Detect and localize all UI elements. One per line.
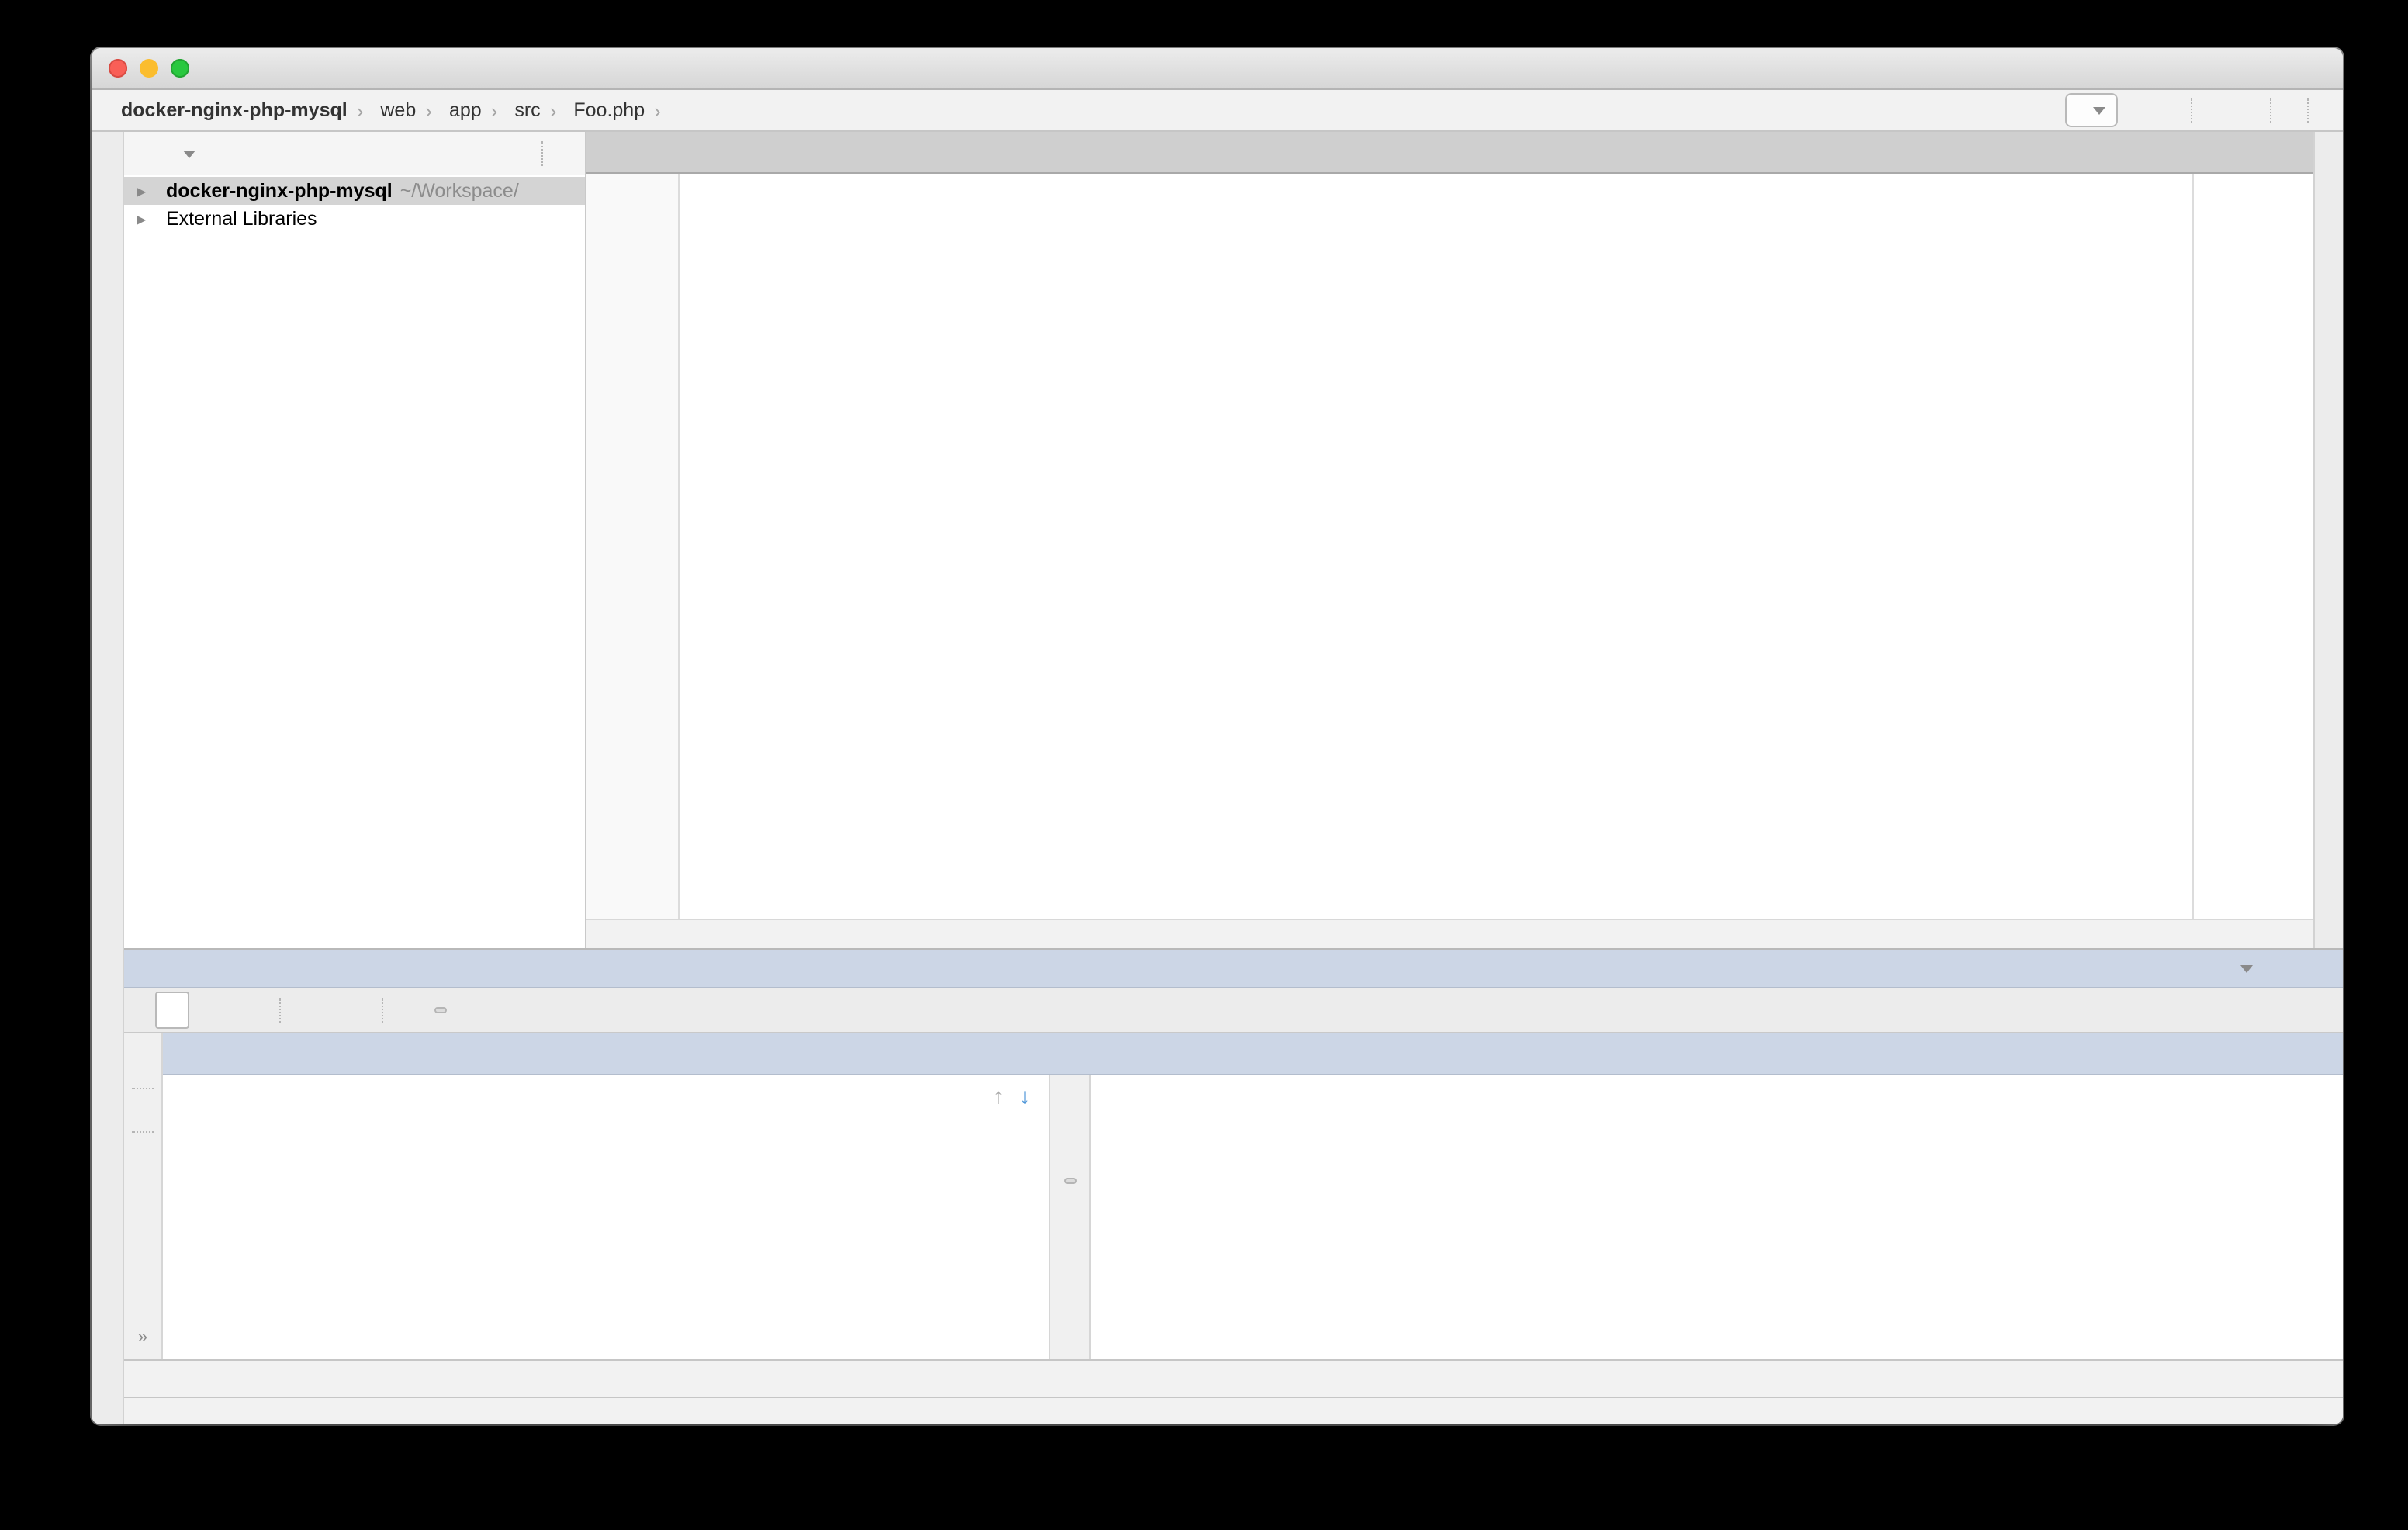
status-bar bbox=[124, 1397, 2343, 1424]
project-panel-header bbox=[124, 132, 585, 175]
breadcrumb-item[interactable]: web bbox=[372, 99, 416, 121]
breadcrumb-label: app bbox=[449, 99, 482, 121]
debug-left-toolbar: » bbox=[124, 1033, 163, 1359]
separator bbox=[2270, 98, 2273, 123]
tab-console[interactable] bbox=[192, 993, 242, 1027]
editor-tabs bbox=[586, 132, 2313, 174]
main-toolbar bbox=[2065, 93, 2327, 127]
project-tree: ▶docker-nginx-php-mysql ~/Workspace/▶Ext… bbox=[124, 175, 585, 948]
project-tree-item[interactable]: ▶External Libraries bbox=[124, 205, 585, 233]
left-tool-window-stripe bbox=[92, 132, 124, 1424]
tool-window-bar bbox=[124, 1359, 2343, 1397]
breadcrumb-item[interactable]: app bbox=[441, 99, 482, 121]
close-button[interactable] bbox=[109, 59, 127, 78]
project-tree-item[interactable]: ▶docker-nginx-php-mysql ~/Workspace/ bbox=[124, 177, 585, 205]
separator bbox=[2307, 98, 2310, 123]
separator bbox=[2191, 98, 2194, 123]
variables-panel-header bbox=[1120, 1033, 2343, 1074]
editor-gutter[interactable] bbox=[586, 174, 680, 919]
breadcrumb: docker-nginx-php-mysql›web›app›src›Foo.p… bbox=[113, 99, 664, 122]
breadcrumb-item[interactable]: src bbox=[507, 99, 540, 121]
debug-tool-window: » bbox=[124, 948, 2343, 1359]
code-area[interactable] bbox=[680, 174, 2313, 919]
separator bbox=[382, 998, 385, 1023]
breadcrumb-item[interactable]: Foo.php bbox=[566, 99, 645, 121]
debug-panel-header bbox=[124, 950, 2343, 988]
separator bbox=[132, 1131, 154, 1133]
separator bbox=[132, 1088, 154, 1089]
breadcrumb-label: web bbox=[380, 99, 416, 121]
variables-panel bbox=[1091, 1075, 2343, 1359]
next-frame-button[interactable]: ↓ bbox=[1019, 1083, 1030, 1108]
code-editor[interactable] bbox=[586, 174, 2313, 919]
breadcrumb-label: docker-nginx-php-mysql bbox=[121, 99, 348, 121]
zoom-button[interactable] bbox=[171, 59, 189, 78]
chevron-down-icon bbox=[2093, 106, 2105, 114]
more-icon[interactable]: » bbox=[138, 1328, 147, 1347]
ide-window: docker-nginx-php-mysql›web›app›src›Foo.p… bbox=[92, 48, 2343, 1424]
desktop: docker-nginx-php-mysql›web›app›src›Foo.p… bbox=[0, 0, 2408, 1530]
run-configuration-select[interactable] bbox=[2065, 93, 2118, 127]
separator bbox=[279, 998, 282, 1023]
window-controls bbox=[109, 48, 189, 88]
breadcrumb-label: Foo.php bbox=[573, 99, 645, 121]
tab-debugger[interactable] bbox=[155, 992, 189, 1029]
right-tool-window-stripe bbox=[2313, 132, 2343, 948]
breadcrumb-item[interactable]: docker-nginx-php-mysql bbox=[113, 99, 348, 121]
breadcrumb-label: src bbox=[514, 99, 540, 121]
minimize-button[interactable] bbox=[140, 59, 158, 78]
navigation-bar: docker-nginx-php-mysql›web›app›src›Foo.p… bbox=[92, 90, 2343, 132]
right-margin-line bbox=[2192, 174, 2194, 919]
separator bbox=[541, 141, 545, 166]
watches-toolbar bbox=[1049, 1075, 1091, 1359]
chevron-down-icon[interactable] bbox=[183, 150, 195, 158]
frames-panel: ↑ ↓ bbox=[163, 1075, 1049, 1359]
debug-pane-headers bbox=[163, 1033, 2343, 1075]
editor-area bbox=[586, 132, 2313, 948]
previous-frame-button[interactable]: ↑ bbox=[993, 1083, 1004, 1108]
editor-breadcrumb bbox=[586, 919, 2313, 948]
debugger-tab-bar bbox=[124, 988, 2343, 1033]
project-tool-window: ▶docker-nginx-php-mysql ~/Workspace/▶Ext… bbox=[124, 132, 586, 948]
chevron-down-icon bbox=[2240, 964, 2253, 972]
title-bar[interactable] bbox=[92, 48, 2343, 90]
frames-panel-header bbox=[163, 1033, 1120, 1074]
frames-toolbar: ↑ ↓ bbox=[163, 1075, 1049, 1116]
